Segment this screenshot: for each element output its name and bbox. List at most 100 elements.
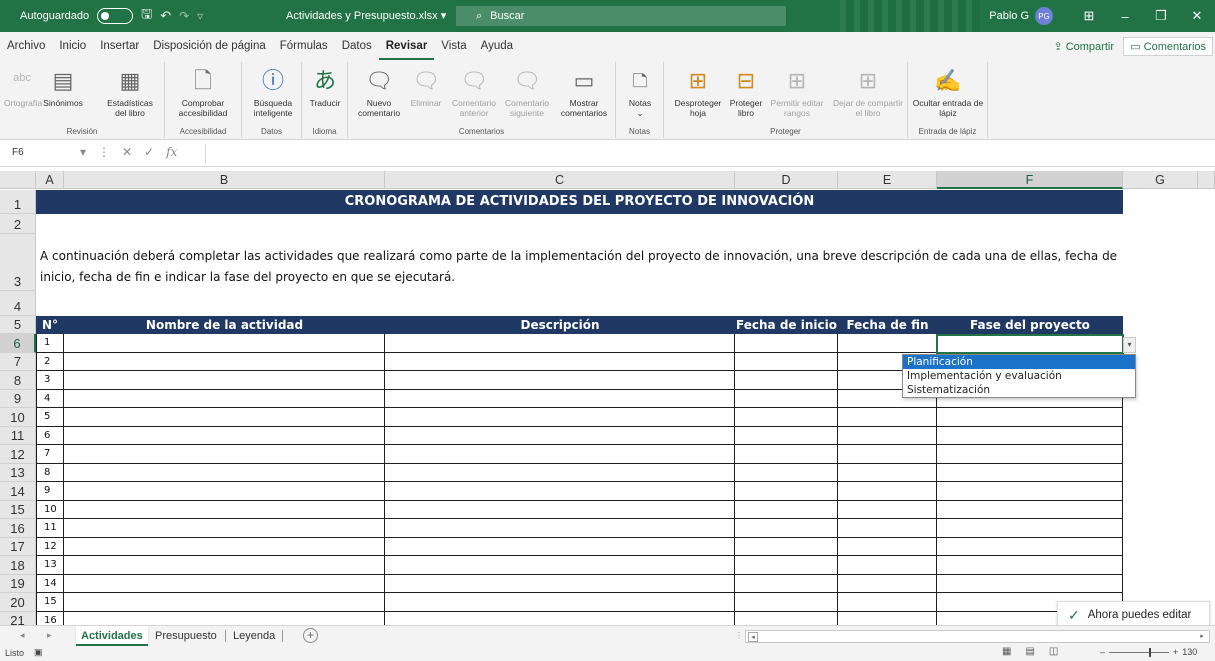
row-header-17[interactable]: 17 xyxy=(0,538,36,556)
ribbon-display-icon[interactable]: ⊞ xyxy=(1071,8,1107,24)
tab-ayuda[interactable]: Ayuda xyxy=(474,32,520,60)
cell-description[interactable] xyxy=(385,575,735,593)
cell-phase[interactable] xyxy=(937,445,1123,464)
row-header-4[interactable]: 4 xyxy=(0,291,36,316)
row-header-18[interactable]: 18 xyxy=(0,556,36,575)
cell-start-date[interactable] xyxy=(735,593,838,612)
file-name[interactable]: Actividades y Presupuesto.xlsx ▾ xyxy=(286,9,446,22)
cell-number[interactable]: 3 xyxy=(36,371,64,390)
row-header-8[interactable]: 8 xyxy=(0,371,36,390)
cell-description[interactable] xyxy=(385,353,735,371)
cell-start-date[interactable] xyxy=(735,408,838,427)
cell-description[interactable] xyxy=(385,593,735,612)
cell-description[interactable] xyxy=(385,556,735,575)
tab-formulas[interactable]: Fórmulas xyxy=(273,32,335,60)
row-header-7[interactable]: 7 xyxy=(0,353,36,371)
row-header-6[interactable]: 6 xyxy=(0,334,36,353)
cell-end-date[interactable] xyxy=(838,482,937,501)
cell-number[interactable]: 7 xyxy=(36,445,64,464)
column-header-a[interactable]: A xyxy=(36,171,64,189)
add-sheet-button[interactable]: + xyxy=(303,628,318,643)
row-header-9[interactable]: 9 xyxy=(0,390,36,408)
cell-number[interactable]: 15 xyxy=(36,593,64,612)
column-header-d[interactable]: D xyxy=(735,171,838,189)
formula-input[interactable] xyxy=(205,144,1215,163)
spelling-button[interactable]: abc Ortografía xyxy=(4,64,42,108)
zoom-level[interactable]: 130 xyxy=(1182,647,1197,657)
unprotect-sheet-button[interactable]: ⊞ Desproteger hoja xyxy=(670,64,726,118)
tab-datos[interactable]: Datos xyxy=(335,32,379,60)
zoom-out-icon[interactable]: – xyxy=(1100,647,1105,657)
normal-view-icon[interactable]: ▦ xyxy=(1002,646,1011,657)
column-header-f[interactable]: F xyxy=(937,171,1123,189)
page-layout-icon[interactable]: ▤ xyxy=(1025,646,1034,657)
next-comment-button[interactable]: 🗨 Comentario siguiente xyxy=(502,64,552,118)
scroll-right-icon[interactable]: ▸ xyxy=(1197,632,1207,642)
save-icon[interactable]: 🖫 xyxy=(141,5,152,27)
dropdown-option-planificacion[interactable]: Planificación xyxy=(903,355,1135,369)
cell-number[interactable]: 13 xyxy=(36,556,64,575)
check-icon[interactable]: ✓ xyxy=(144,145,154,159)
cell-activity-name[interactable] xyxy=(64,334,385,353)
row-header-14[interactable]: 14 xyxy=(0,482,36,501)
row-header-21[interactable]: 21 xyxy=(0,612,36,625)
comments-button[interactable]: ▭ Comentarios xyxy=(1123,37,1213,56)
notes-button[interactable]: 🗅 Notas ⌄ xyxy=(622,64,658,118)
page-break-icon[interactable]: ◫ xyxy=(1049,646,1058,657)
cell-description[interactable] xyxy=(385,464,735,482)
cell-activity-name[interactable] xyxy=(64,593,385,612)
cell-start-date[interactable] xyxy=(735,371,838,390)
tab-archivo[interactable]: Archivo xyxy=(0,32,52,60)
cell-description[interactable] xyxy=(385,408,735,427)
row-header-15[interactable]: 15 xyxy=(0,501,36,519)
restore-icon[interactable]: ❐ xyxy=(1143,8,1179,24)
cell-activity-name[interactable] xyxy=(64,353,385,371)
zoom-in-icon[interactable]: + xyxy=(1173,647,1178,657)
translate-button[interactable]: あ Traducir xyxy=(306,64,344,108)
previous-comment-button[interactable]: 🗨 Comentario anterior xyxy=(450,64,498,118)
smart-lookup-button[interactable]: ⓘ Búsqueda inteligente xyxy=(248,64,298,118)
cell-description[interactable] xyxy=(385,427,735,445)
avatar[interactable]: PG xyxy=(1035,7,1053,25)
cell-start-date[interactable] xyxy=(735,612,838,625)
redo-icon[interactable]: ↷ xyxy=(179,9,189,23)
cancel-icon[interactable]: ✕ xyxy=(122,145,132,159)
cell-number[interactable]: 1 xyxy=(36,334,64,353)
column-header-e[interactable]: E xyxy=(838,171,937,189)
cell-start-date[interactable] xyxy=(735,482,838,501)
cell-phase[interactable] xyxy=(937,482,1123,501)
customize-qat-icon[interactable]: ▿ xyxy=(197,9,203,23)
cell-phase[interactable] xyxy=(937,519,1123,538)
cell-description[interactable] xyxy=(385,501,735,519)
row-header-19[interactable]: 19 xyxy=(0,575,36,593)
cell-phase[interactable] xyxy=(937,538,1123,556)
cell-description[interactable] xyxy=(385,482,735,501)
select-all-button[interactable] xyxy=(0,171,36,189)
row-header-5[interactable]: 5 xyxy=(0,316,36,334)
cell-start-date[interactable] xyxy=(735,556,838,575)
minimize-icon[interactable]: – xyxy=(1107,9,1143,24)
cell-number[interactable]: 6 xyxy=(36,427,64,445)
cell-number[interactable]: 10 xyxy=(36,501,64,519)
cell-start-date[interactable] xyxy=(735,445,838,464)
hide-ink-button[interactable]: ✍ Ocultar entrada de lápiz xyxy=(912,64,984,118)
zoom-slider[interactable] xyxy=(1109,647,1170,657)
delete-comment-button[interactable]: 🗨 Eliminar xyxy=(406,64,446,108)
name-box[interactable]: F6 xyxy=(12,147,24,158)
cell-description[interactable] xyxy=(385,371,735,390)
sheet-nav-arrows[interactable]: ◂ ▸ xyxy=(20,630,62,641)
cell-activity-name[interactable] xyxy=(64,464,385,482)
cell-phase[interactable] xyxy=(937,464,1123,482)
tab-inicio[interactable]: Inicio xyxy=(52,32,93,60)
active-cell-f6[interactable] xyxy=(936,334,1124,354)
cell-end-date[interactable] xyxy=(838,538,937,556)
column-header-h[interactable] xyxy=(1198,171,1215,189)
autosave-toggle[interactable] xyxy=(97,8,134,24)
dropdown-option-implementacion[interactable]: Implementación y evaluación xyxy=(903,369,1135,383)
cell-start-date[interactable] xyxy=(735,353,838,371)
row-header-13[interactable]: 13 xyxy=(0,464,36,482)
cell-description[interactable] xyxy=(385,519,735,538)
tab-disposicion[interactable]: Disposición de página xyxy=(146,32,273,60)
show-comments-button[interactable]: ▭ Mostrar comentarios xyxy=(556,64,612,118)
cell-end-date[interactable] xyxy=(838,519,937,538)
